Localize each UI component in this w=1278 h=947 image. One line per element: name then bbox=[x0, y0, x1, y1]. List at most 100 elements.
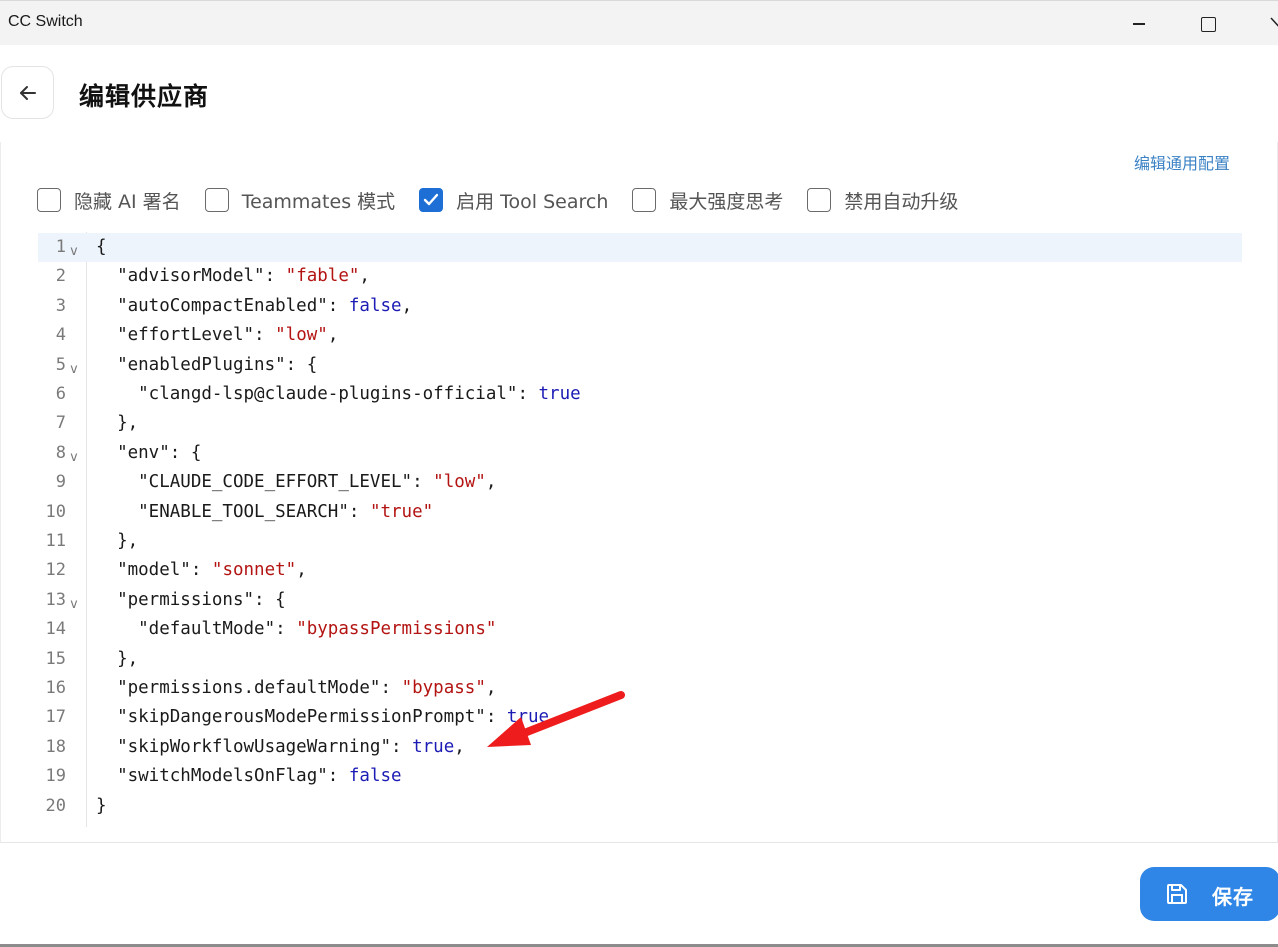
floppy-disk-icon bbox=[1167, 884, 1187, 904]
code-line[interactable]: 16 "permissions.defaultMode": "bypass", bbox=[38, 674, 1242, 703]
line-number: 11 bbox=[45, 531, 66, 551]
line-number: 2 bbox=[55, 266, 66, 287]
code-text: "permissions.defaultMode": "bypass", bbox=[96, 674, 496, 703]
code-token: "defaultMode" bbox=[96, 619, 276, 640]
checkbox-box[interactable] bbox=[807, 188, 832, 212]
code-text: } bbox=[96, 792, 107, 821]
code-line[interactable]: 12 "model": "sonnet", bbox=[38, 556, 1242, 585]
checkbox-max-thinking[interactable]: 最大强度思考 bbox=[632, 187, 783, 214]
checkbox-disable-auto-update[interactable]: 禁用自动升级 bbox=[807, 187, 958, 214]
code-token: { bbox=[96, 237, 107, 257]
code-token: : bbox=[254, 325, 276, 346]
back-button[interactable] bbox=[1, 66, 54, 119]
checkbox-label: 禁用自动升级 bbox=[844, 190, 959, 213]
code-line[interactable]: 14 "defaultMode": "bypassPermissions" bbox=[38, 615, 1242, 644]
page-header: 编辑供应商 bbox=[0, 45, 1278, 142]
checkbox-label: 最大强度思考 bbox=[669, 190, 784, 213]
code-text: "switchModelsOnFlag": false bbox=[96, 762, 402, 791]
code-token: : { bbox=[169, 442, 202, 463]
code-token: : bbox=[190, 560, 212, 581]
code-token: , bbox=[485, 472, 497, 493]
code-text: "defaultMode": "bypassPermissions" bbox=[96, 615, 496, 644]
code-token: "low" bbox=[275, 325, 328, 346]
window-title-bar: CC Switch bbox=[0, 0, 1278, 45]
code-token: "env" bbox=[96, 442, 170, 463]
code-line[interactable]: 1 v{ bbox=[38, 233, 1242, 262]
line-number: 14 bbox=[45, 619, 66, 640]
maximize-button[interactable] bbox=[1185, 1, 1231, 46]
code-line[interactable]: 20} bbox=[38, 792, 1242, 821]
checkbox-box[interactable] bbox=[419, 188, 444, 212]
code-token: "autoCompactEnabled" bbox=[96, 295, 328, 316]
code-line[interactable]: 3 "autoCompactEnabled": false, bbox=[38, 292, 1242, 321]
checkbox-box[interactable] bbox=[37, 188, 61, 212]
code-text: { bbox=[96, 233, 107, 262]
code-line[interactable]: 19 "switchModelsOnFlag": false bbox=[38, 762, 1242, 791]
code-token: }, bbox=[96, 413, 139, 434]
code-line[interactable]: 13 v "permissions": { bbox=[38, 586, 1242, 615]
code-token: "fable" bbox=[285, 266, 360, 287]
code-line[interactable]: 9 "CLAUDE_CODE_EFFORT_LEVEL": "low", bbox=[38, 468, 1242, 497]
code-line[interactable]: 2 "advisorModel": "fable", bbox=[38, 262, 1242, 291]
code-line[interactable]: 7 }, bbox=[38, 409, 1242, 438]
edit-common-config-link[interactable]: 编辑通用配置 bbox=[1134, 150, 1230, 174]
code-text: "model": "sonnet", bbox=[96, 556, 307, 585]
line-number: 18 bbox=[45, 736, 66, 757]
code-text: "permissions": { bbox=[96, 586, 286, 615]
option-checkboxes: 隐藏 AI 署名 Teammates 模式 启用 Tool Search 最大强度思考… bbox=[37, 186, 982, 214]
code-token: "sonnet" bbox=[211, 560, 297, 581]
code-text: }, bbox=[96, 645, 138, 674]
minimize-button[interactable] bbox=[1116, 1, 1162, 46]
code-token: }, bbox=[96, 648, 139, 669]
line-number: 9 bbox=[55, 472, 66, 493]
code-token: "switchModelsOnFlag" bbox=[96, 766, 328, 787]
code-line[interactable]: 11 }, bbox=[38, 527, 1242, 556]
code-text: "effortLevel": "low", bbox=[96, 321, 338, 350]
page-title: 编辑供应商 bbox=[79, 82, 210, 111]
code-token: true bbox=[538, 384, 581, 404]
code-token: "ENABLE_TOOL_SEARCH" bbox=[96, 501, 349, 522]
save-button[interactable]: 保存 bbox=[1140, 867, 1278, 921]
code-token: "clangd-lsp@claude-plugins-official" bbox=[96, 384, 518, 404]
code-line[interactable]: 5v "enabledPlugins": { bbox=[38, 351, 1242, 380]
code-token: } bbox=[96, 795, 107, 816]
code-line[interactable]: 17 "skipDangerousModePermissionPrompt": … bbox=[38, 703, 1242, 732]
code-token: : bbox=[517, 384, 539, 404]
checkbox-teammates-mode[interactable]: Teammates 模式 bbox=[204, 187, 396, 214]
code-token: : bbox=[412, 472, 434, 493]
checkbox-enable-tool-search[interactable]: 启用 Tool Search bbox=[419, 187, 608, 214]
line-number: 17 bbox=[45, 707, 66, 728]
code-line[interactable]: 4 "effortLevel": "low", bbox=[38, 321, 1242, 350]
close-icon bbox=[1270, 17, 1278, 27]
json-code-editor[interactable]: 1 v{2 "advisorModel": "fable", 3 "autoComp… bbox=[38, 232, 1242, 827]
code-token: : bbox=[380, 678, 402, 698]
code-token: "low" bbox=[433, 472, 486, 493]
code-token: "advisorModel" bbox=[96, 266, 265, 287]
code-line[interactable]: 8v "env": { bbox=[38, 439, 1242, 468]
code-line[interactable]: 6 "clangd-lsp@claude-plugins-official": … bbox=[38, 380, 1242, 409]
checkbox-box[interactable] bbox=[204, 188, 229, 212]
code-token: "permissions" bbox=[96, 589, 255, 610]
code-text: "ENABLE_TOOL_SEARCH": "true" bbox=[96, 498, 433, 527]
code-token: , bbox=[454, 736, 465, 757]
code-line[interactable]: 15 }, bbox=[38, 645, 1242, 674]
close-button[interactable] bbox=[1256, 1, 1278, 46]
code-token: "effortLevel" bbox=[96, 325, 255, 346]
arrow-left-icon bbox=[20, 86, 36, 100]
checkbox-label: Teammates 模式 bbox=[241, 190, 396, 213]
code-text: "autoCompactEnabled": false, bbox=[96, 292, 412, 321]
checkbox-box[interactable] bbox=[632, 188, 657, 212]
code-token: }, bbox=[96, 531, 139, 551]
code-text: "CLAUDE_CODE_EFFORT_LEVEL": "low", bbox=[96, 468, 496, 497]
code-line[interactable]: 18 "skipWorkflowUsageWarning": true, bbox=[38, 733, 1242, 762]
line-number: 1 bbox=[55, 237, 66, 257]
code-text: "clangd-lsp@claude-plugins-official": tr… bbox=[96, 380, 581, 409]
checkmark-icon bbox=[423, 193, 439, 206]
checkbox-hide-ai-signature[interactable]: 隐藏 AI 署名 bbox=[37, 187, 181, 214]
code-token: "model" bbox=[96, 560, 191, 581]
code-token: , bbox=[327, 325, 339, 346]
line-number: 4 bbox=[55, 325, 66, 346]
save-button-label: 保存 bbox=[1212, 885, 1254, 909]
code-line[interactable]: 10 "ENABLE_TOOL_SEARCH": "true" bbox=[38, 498, 1242, 527]
code-token: : { bbox=[285, 354, 318, 375]
